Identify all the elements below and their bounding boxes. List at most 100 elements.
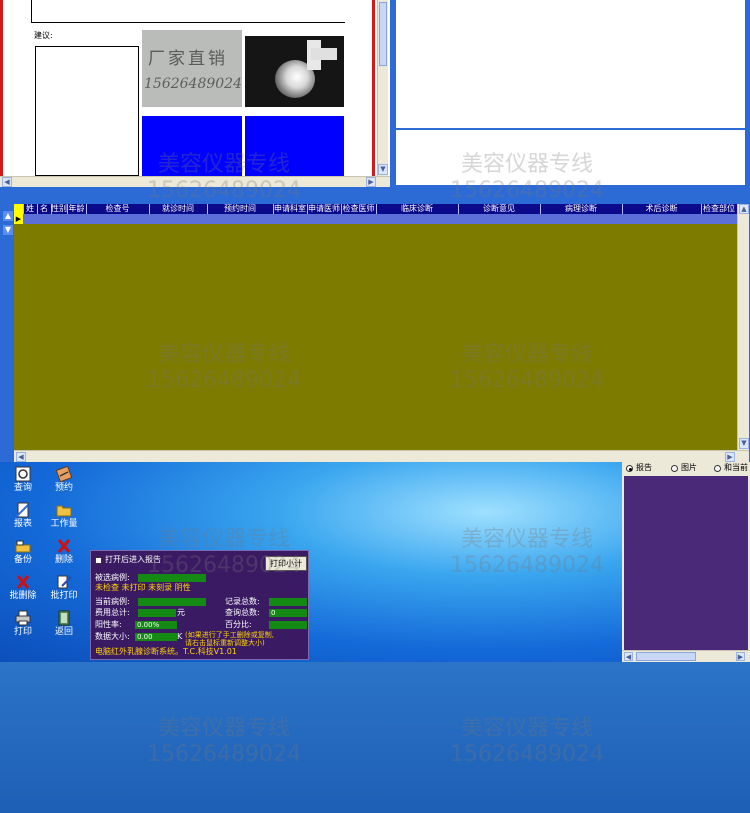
fee-unit: 元 (177, 608, 185, 617)
batch-print-button[interactable]: 批打印 (49, 574, 79, 602)
report-divider (31, 22, 345, 23)
thumbnail-viewer[interactable] (624, 476, 748, 650)
bottom-blue-band (0, 662, 750, 813)
percent-bar (269, 621, 307, 629)
col-header[interactable]: 检查号 (86, 204, 150, 214)
scrollbar-thumb[interactable] (379, 2, 387, 66)
col-header[interactable]: 就诊时间 (149, 204, 208, 214)
thumbnail-blank-1[interactable] (142, 116, 242, 176)
scroll-down-arrow-icon[interactable]: ▼ (739, 438, 749, 449)
scroll-left-arrow-icon[interactable]: ◀ (16, 452, 26, 462)
grid-horizontal-scrollbar[interactable]: ◀ ▶ (14, 450, 749, 462)
record-total-bar (269, 598, 307, 606)
batch-delete-button[interactable]: 批删除 (8, 574, 38, 602)
printer-icon (15, 610, 31, 626)
appointment-button[interactable]: 预约 (49, 465, 79, 494)
grid-body[interactable] (14, 224, 737, 450)
preview-horizontal-scrollbar[interactable]: ◀ ▶ (0, 176, 390, 187)
fee-total-label: 费用总计: (95, 608, 130, 617)
case-grid: 姓 名 性别 年龄 检查号 就诊时间 预约时间 申请科室 申请医师 检查医师 临… (14, 204, 749, 462)
batch-print-icon (56, 574, 72, 590)
col-header[interactable]: 申请医师 (307, 204, 342, 214)
grid-vertical-scrollbar[interactable]: ▲ ▼ (737, 204, 749, 450)
current-case-label: 当前病例: (95, 597, 130, 606)
suggestion-box[interactable] (35, 46, 139, 176)
radio-and-current[interactable] (714, 465, 721, 472)
scrollbar-thumb[interactable] (636, 652, 696, 661)
data-size-value: 0.00 (135, 633, 177, 641)
col-header[interactable]: 姓 (23, 204, 38, 214)
col-header[interactable]: 性别 (51, 204, 68, 214)
col-header[interactable]: 名 (37, 204, 52, 214)
preview-vertical-scrollbar[interactable]: ▼ (377, 0, 388, 176)
report-page: 建议: 厂家直销 15626489024 (31, 0, 345, 176)
col-header[interactable]: 年龄 (67, 204, 87, 214)
scroll-left-arrow-icon[interactable]: ◀ (2, 177, 12, 187)
data-size-unit: K (177, 632, 183, 641)
selected-cases-label: 被选病例: (95, 573, 130, 582)
selected-cases-bar (138, 574, 206, 582)
side-preview-top (396, 0, 745, 128)
report-icon (15, 502, 31, 518)
data-size-note: (如果进行了手工删除或复制, 请右击鼠标重新调整大小) (185, 631, 274, 647)
side-preview-bottom (396, 130, 745, 185)
thumbnail-thermal[interactable] (245, 36, 344, 107)
col-header[interactable]: 预约时间 (207, 204, 274, 214)
col-header[interactable]: 诊断意见 (458, 204, 541, 214)
scroll-down-arrow-icon[interactable]: ▼ (378, 164, 388, 175)
print-summary-button[interactable]: 打印小计 (265, 556, 307, 571)
side-preview-frame (390, 0, 750, 187)
workload-button[interactable]: 工作量 (49, 502, 79, 530)
scroll-right-arrow-icon[interactable]: ▶ (725, 452, 735, 462)
suggestion-label: 建议: (34, 31, 53, 40)
backup-button[interactable]: 备份 (8, 538, 38, 566)
red-border-left (0, 0, 3, 176)
back-button[interactable]: 返回 (49, 610, 79, 638)
thumbnail-handwriting[interactable]: 厂家直销 15626489024 (142, 30, 242, 107)
data-size-label: 数据大小: (95, 632, 130, 641)
record-total-label: 记录总数: (225, 597, 260, 606)
table-row[interactable]: ▶ (14, 214, 737, 224)
positive-rate-label: 阳性率: (95, 620, 122, 629)
query-total-value: 0 (269, 609, 307, 617)
col-header[interactable]: 术后诊断 (622, 204, 702, 214)
open-report-label: 打开后进入报告 (105, 555, 161, 564)
scroll-left-arrow-icon[interactable]: ◀ (624, 652, 633, 661)
query-icon (15, 466, 31, 482)
case-list-band: ▲ ▼ 姓 名 性别 年龄 检查号 就诊时间 预约时间 申请科室 申请医师 检查… (0, 187, 750, 462)
red-border-right (372, 0, 375, 176)
statistics-panel: 打开后进入报告 打印小计 被选病例: 未检查 未打印 未刻录 阴性 当前病例: … (90, 550, 309, 660)
col-header[interactable]: 检查部位 (701, 204, 737, 214)
radio-report[interactable] (626, 465, 633, 472)
appointment-icon (55, 465, 73, 483)
delete-button[interactable]: 删除 (49, 538, 79, 566)
query-total-label: 查询总数: (225, 608, 260, 617)
viewer-horizontal-scrollbar[interactable]: ◀ ▶ (622, 650, 750, 662)
scroll-right-arrow-icon[interactable]: ▶ (736, 652, 745, 661)
radio-image-label: 图片 (681, 463, 697, 472)
col-header[interactable]: 临床诊断 (376, 204, 459, 214)
record-down-arrow-icon[interactable]: ▼ (3, 225, 13, 235)
batch-delete-x-icon (15, 574, 31, 590)
report-button[interactable]: 报表 (8, 502, 38, 530)
percent-label: 百分比: (225, 620, 252, 629)
positive-rate-value: 0.00% (135, 621, 177, 629)
scroll-right-arrow-icon[interactable]: ▶ (366, 177, 376, 187)
thumbnail-blank-2[interactable] (245, 116, 344, 176)
system-footer: 电脑红外乳腺诊断系统。T.C.科技V1.01 (95, 647, 237, 656)
col-header[interactable]: 病理诊断 (540, 204, 623, 214)
fee-total-bar (138, 609, 176, 617)
record-up-arrow-icon[interactable]: ▲ (3, 211, 13, 221)
delete-x-icon (56, 538, 72, 554)
scroll-up-arrow-icon[interactable]: ▲ (739, 204, 749, 214)
status-flags: 未检查 未打印 未刻录 阴性 (95, 583, 191, 592)
view-options-panel: 报告 图片 和当前 ◀ ▶ (622, 462, 750, 662)
radio-image[interactable] (671, 465, 678, 472)
print-button[interactable]: 打印 (8, 610, 38, 638)
folder-icon (56, 502, 72, 518)
open-report-checkbox[interactable] (95, 557, 102, 564)
col-header[interactable]: 检查医师 (341, 204, 377, 214)
col-header[interactable]: 申请科室 (273, 204, 308, 214)
radio-report-label: 报告 (636, 463, 652, 472)
query-button[interactable]: 查询 (8, 466, 38, 494)
